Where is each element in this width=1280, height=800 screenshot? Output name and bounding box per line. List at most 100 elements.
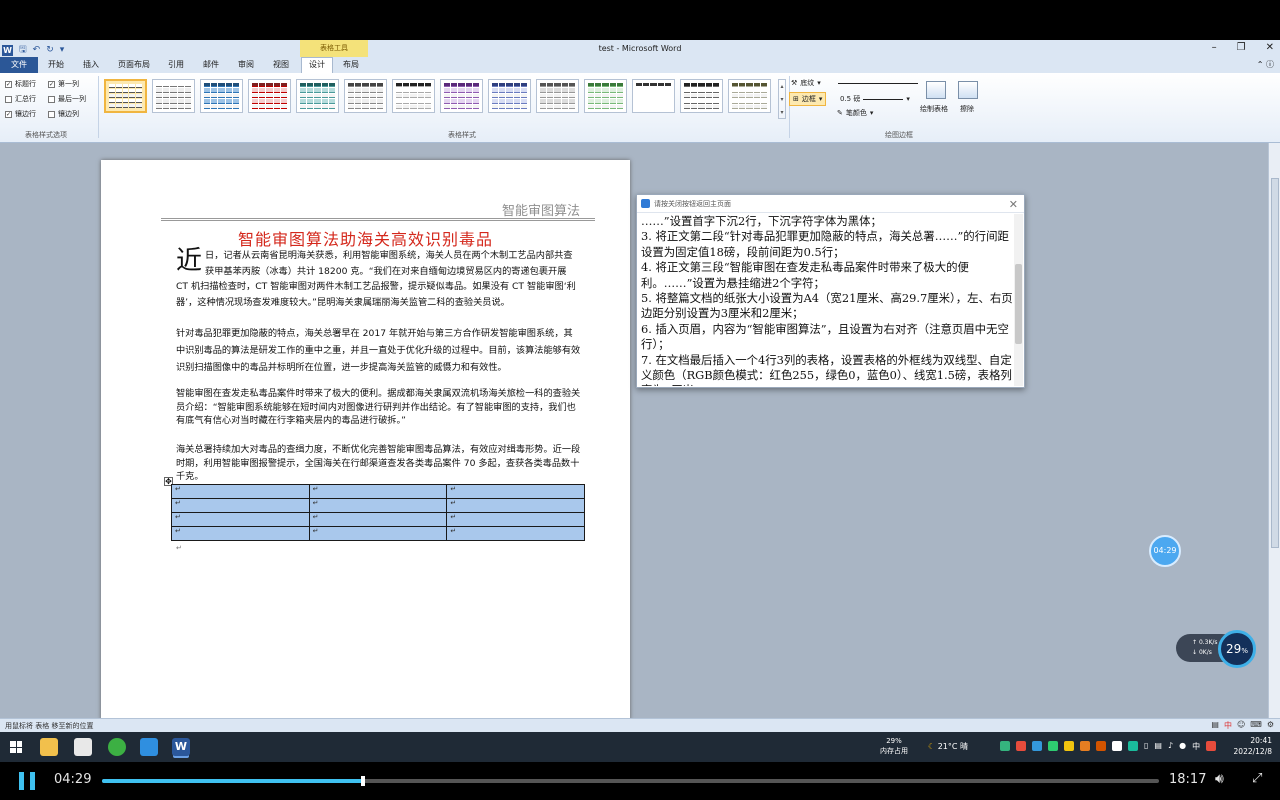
fullscreen-icon[interactable]: ⤢ <box>1252 771 1262 786</box>
keyboard-icon[interactable]: ⌨ <box>1250 720 1262 731</box>
table-cell[interactable]: ↵ <box>171 498 310 513</box>
tab-page-layout[interactable]: 页面布局 <box>118 59 150 70</box>
eraser-icon[interactable] <box>958 81 978 99</box>
document-page[interactable]: 智能审图算法 智能审图算法助海关高效识别毒品 近日，记者从云南省昆明海关获悉，利… <box>101 160 630 720</box>
table-style-swatch[interactable] <box>440 79 483 113</box>
table-cell[interactable]: ↵ <box>308 498 448 513</box>
cpu-usage-widget[interactable]: 29% <box>1218 630 1256 668</box>
ime-app-icon[interactable] <box>1206 741 1217 751</box>
pause-icon[interactable] <box>19 772 37 790</box>
paragraph-3[interactable]: 智能审图在查发走私毒品案件时带来了极大的便利。据成都海关隶属双流机场海关旅检一科… <box>176 387 581 428</box>
document-table[interactable]: ↵ ↵ ↵ ↵ ↵ ↵ ↵ ↵ ↵ ↵ ↵ ↵ <box>171 484 585 541</box>
check-last-column[interactable]: 最后一列 <box>48 94 86 104</box>
table-style-swatch[interactable] <box>104 79 147 113</box>
tab-view[interactable]: 视图 <box>273 59 289 70</box>
eraser-button[interactable]: 擦除 <box>960 104 974 114</box>
punctuation-icon[interactable]: ☺ <box>1237 720 1245 731</box>
tab-file[interactable]: 文件 <box>0 57 38 73</box>
store-icon[interactable] <box>74 738 92 756</box>
volume-icon[interactable]: 🔊︎ <box>1215 771 1224 787</box>
browser-icon[interactable] <box>108 738 126 756</box>
table-style-swatch[interactable] <box>488 79 531 113</box>
table-cell[interactable]: ↵ <box>446 512 585 527</box>
tab-references[interactable]: 引用 <box>168 59 184 70</box>
tab-mailings[interactable]: 邮件 <box>203 59 219 70</box>
clock[interactable]: 20:41 2022/12/8 <box>1234 735 1272 757</box>
table-cell[interactable]: ↵ <box>446 484 585 499</box>
paragraph-4[interactable]: 海关总署持续加大对毒品的查缉力度，不断优化完善智能审图毒品算法，有效应对缉毒形势… <box>176 443 581 484</box>
table-style-swatch[interactable] <box>584 79 627 113</box>
table-cell[interactable]: ↵ <box>308 512 448 527</box>
tray-app-icon[interactable] <box>1064 741 1074 751</box>
microphone-icon[interactable]: ● <box>1179 741 1186 751</box>
gallery-scroll[interactable]: ▴ ▾ ▾ <box>778 79 786 119</box>
popup-scrollbar[interactable] <box>1014 214 1023 386</box>
paragraph-2[interactable]: 针对毒品犯罪更加隐蔽的特点，海关总署早在 2017 年就开始与第三方合作研发智能… <box>176 325 581 376</box>
table-style-swatch[interactable] <box>680 79 723 113</box>
close-icon[interactable]: ✕ <box>1266 42 1274 53</box>
check-total-row[interactable]: 汇总行 <box>5 94 36 104</box>
shading-button[interactable]: ⚒ 底纹 ▾ <box>791 78 821 88</box>
seek-bar[interactable] <box>102 776 1159 786</box>
table-cell[interactable]: ↵ <box>446 526 585 541</box>
paragraph-1[interactable]: 近日，记者从云南省昆明海关获悉，利用智能审图系统，海关人员在两个木制工艺品内部共… <box>176 248 581 310</box>
table-style-swatch[interactable] <box>392 79 435 113</box>
tray-app-icon[interactable] <box>1016 741 1026 751</box>
tab-layout[interactable]: 布局 <box>343 59 359 70</box>
popup-close-icon[interactable]: ✕ <box>1009 198 1018 211</box>
table-cell[interactable]: ↵ <box>171 512 310 527</box>
tray-app-icon[interactable] <box>1080 741 1090 751</box>
recorder-time-bubble[interactable]: 04:29 <box>1149 535 1181 567</box>
view-mode-icon[interactable]: ▤ <box>1211 720 1219 731</box>
table-style-swatch[interactable] <box>536 79 579 113</box>
check-header-row[interactable]: ✓ 标题行 <box>5 79 36 89</box>
tray-app-icon[interactable] <box>1128 741 1138 751</box>
table-cell[interactable]: ↵ <box>171 526 310 541</box>
restore-icon[interactable]: ❐ <box>1237 42 1246 53</box>
remote-icon[interactable] <box>140 738 158 756</box>
start-icon[interactable] <box>10 741 22 753</box>
tray-app-icon[interactable] <box>1112 741 1122 751</box>
table-style-swatch[interactable] <box>344 79 387 113</box>
table-style-swatch[interactable] <box>248 79 291 113</box>
vertical-scrollbar[interactable] <box>1268 143 1280 718</box>
word-taskbar-icon[interactable]: W <box>172 738 190 756</box>
table-cell[interactable]: ↵ <box>308 484 448 499</box>
tray-app-icon[interactable] <box>1096 741 1106 751</box>
table-cell[interactable]: ↵ <box>171 484 310 499</box>
tab-design[interactable]: 设计 <box>301 57 333 73</box>
check-banded-rows[interactable]: ✓ 镶边行 <box>5 109 36 119</box>
table-row[interactable]: ↵ ↵ ↵ <box>171 512 585 527</box>
tray-app-icon[interactable] <box>1048 741 1058 751</box>
file-explorer-icon[interactable] <box>40 738 58 756</box>
page-header[interactable]: 智能审图算法 <box>502 200 580 219</box>
seek-handle[interactable] <box>361 776 365 786</box>
popup-scroll-thumb[interactable] <box>1015 264 1022 344</box>
borders-button[interactable]: ⊞ 边框 ▾ <box>789 92 827 106</box>
tab-insert[interactable]: 插入 <box>83 59 99 70</box>
help-icon[interactable]: ⌃ ⓘ <box>1257 59 1274 70</box>
table-cell[interactable]: ↵ <box>446 498 585 513</box>
tray-app-icon[interactable] <box>1032 741 1042 751</box>
table-row[interactable]: ↵ ↵ ↵ <box>171 484 585 499</box>
table-row[interactable]: ↵ ↵ ↵ <box>171 526 585 541</box>
scroll-thumb[interactable] <box>1271 178 1279 548</box>
table-style-swatch[interactable] <box>152 79 195 113</box>
ime-icon[interactable]: 中 <box>1224 720 1232 731</box>
tab-home[interactable]: 开始 <box>48 59 64 70</box>
line-weight-select[interactable]: 0.5 磅 ▾ <box>840 94 910 104</box>
table-style-swatch[interactable] <box>632 79 675 113</box>
check-banded-columns[interactable]: 镶边列 <box>48 109 79 119</box>
draw-table-button[interactable]: 绘制表格 <box>920 104 948 114</box>
draw-table-icon[interactable] <box>926 81 946 99</box>
tab-review[interactable]: 审阅 <box>238 59 254 70</box>
battery-icon[interactable]: ▯ <box>1144 741 1148 751</box>
table-cell[interactable]: ↵ <box>308 526 448 541</box>
table-style-swatch[interactable] <box>728 79 771 113</box>
tray-app-icon[interactable] <box>1000 741 1010 751</box>
speaker-icon[interactable]: ♪ <box>1168 741 1173 751</box>
memory-usage[interactable]: 29% 内存占用 <box>880 736 908 756</box>
settings-icon[interactable]: ⚙ <box>1267 720 1274 731</box>
ime-taskbar[interactable]: 中 <box>1192 741 1200 751</box>
line-style-select[interactable] <box>838 83 918 84</box>
